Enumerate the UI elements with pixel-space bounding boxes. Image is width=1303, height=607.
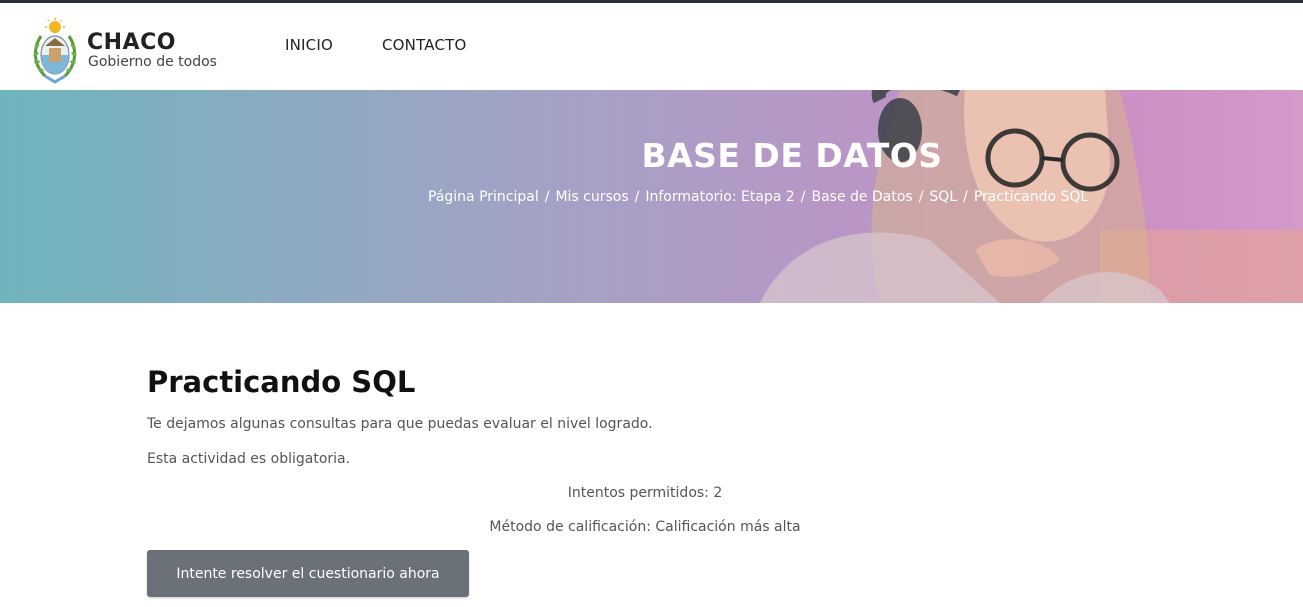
banner-title: BASE DE DATOS bbox=[641, 136, 943, 175]
breadcrumb-item-pagina-principal[interactable]: Página Principal bbox=[428, 189, 539, 205]
quiz-content: Practicando SQL Te dejamos algunas consu… bbox=[147, 360, 1157, 597]
page-banner: BASE DE DATOS Página Principal / Mis curso… bbox=[0, 90, 1303, 303]
quiz-description: Te dejamos algunas consultas para que pu… bbox=[147, 416, 653, 432]
attempt-quiz-button[interactable]: Intente resolver el cuestionario ahora bbox=[147, 550, 469, 597]
breadcrumb-item-sql[interactable]: SQL bbox=[929, 189, 957, 205]
site-logo-link[interactable]: CHACO Gobierno de todos bbox=[31, 18, 241, 88]
breadcrumb-separator: / bbox=[544, 189, 550, 205]
breadcrumb-separator: / bbox=[634, 189, 640, 205]
mandatory-note: Esta actividad es obligatoria. bbox=[147, 451, 351, 467]
site-header: CHACO Gobierno de todos INICIO CONTACTO bbox=[0, 3, 1303, 90]
grading-method: Método de calificación: Calificación más… bbox=[489, 519, 801, 535]
breadcrumb-item-base-de-datos[interactable]: Base de Datos bbox=[812, 189, 913, 205]
nav-link-contacto[interactable]: CONTACTO bbox=[382, 36, 467, 54]
breadcrumb-separator: / bbox=[918, 189, 924, 205]
brand-name: CHACO bbox=[87, 30, 176, 55]
page-title: Practicando SQL bbox=[147, 365, 416, 399]
breadcrumb-separator: / bbox=[963, 189, 968, 205]
nav-link-inicio[interactable]: INICIO bbox=[285, 36, 333, 54]
brand-tagline: Gobierno de todos bbox=[88, 54, 217, 70]
breadcrumb-item-practicando-sql[interactable]: Practicando SQL bbox=[974, 189, 1088, 205]
breadcrumb-item-informatorio[interactable]: Informatorio: Etapa 2 bbox=[645, 189, 794, 205]
breadcrumb: Página Principal / Mis cursos / Informatorio… bbox=[428, 189, 1088, 205]
chaco-emblem-icon bbox=[33, 18, 77, 84]
breadcrumb-separator: / bbox=[800, 189, 806, 205]
attempts-allowed: Intentos permitidos: 2 bbox=[567, 485, 723, 501]
breadcrumb-item-mis-cursos[interactable]: Mis cursos bbox=[555, 189, 628, 205]
